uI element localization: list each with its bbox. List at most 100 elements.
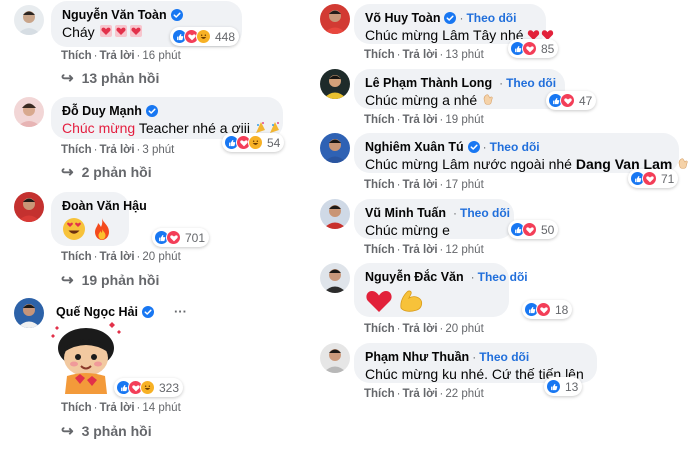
- red-heart-emoji-icon: [366, 291, 392, 312]
- reply-button[interactable]: Trả lời: [403, 114, 438, 126]
- comment-actions: Thích · Trả lời · 13 phút: [364, 49, 484, 61]
- like-button[interactable]: Thích: [364, 388, 395, 400]
- comment-author[interactable]: Võ Huy Toàn: [365, 11, 440, 25]
- reply-button[interactable]: Trả lời: [403, 49, 438, 61]
- comment-actions: Thích · Trả lời · 17 phút: [364, 179, 484, 191]
- verified-badge-icon: [146, 105, 158, 117]
- follow-button[interactable]: Theo dõi: [460, 206, 510, 220]
- comment-actions: Thích · Trả lời · 19 phút: [364, 114, 484, 126]
- reaction-summary[interactable]: 54: [222, 133, 285, 152]
- comment-timestamp[interactable]: 16 phút: [142, 50, 180, 62]
- comment-timestamp[interactable]: 22 phút: [445, 388, 483, 400]
- reply-button[interactable]: Trả lời: [100, 50, 135, 62]
- reaction-summary[interactable]: 50: [508, 220, 559, 239]
- like-button[interactable]: Thích: [364, 49, 395, 61]
- avatar[interactable]: [320, 69, 350, 99]
- heart-eyes-emoji-icon: [63, 218, 85, 240]
- comment-author[interactable]: Đoàn Văn Hậu: [62, 199, 147, 213]
- comment-timestamp[interactable]: 14 phút: [142, 402, 180, 414]
- comment-author[interactable]: Nghiêm Xuân Tú: [365, 140, 464, 154]
- follow-button[interactable]: Theo dõi: [466, 11, 516, 25]
- reply-arrow-icon: ↪: [61, 272, 74, 289]
- follow-button[interactable]: Theo dõi: [490, 140, 540, 154]
- avatar[interactable]: [14, 97, 44, 127]
- reaction-summary[interactable]: 448: [170, 27, 240, 46]
- comment-timestamp[interactable]: 20 phút: [142, 251, 180, 263]
- reaction-summary[interactable]: 701: [152, 228, 210, 247]
- heart-emoji-icon: [99, 24, 143, 42]
- avatar[interactable]: [14, 192, 44, 222]
- love-reaction-icon: [560, 93, 575, 108]
- reaction-count: 18: [555, 302, 569, 317]
- avatar[interactable]: [320, 133, 350, 163]
- comment-author[interactable]: Nguyễn Văn Toàn: [62, 8, 167, 22]
- love-reaction-icon: [522, 222, 537, 237]
- like-button[interactable]: Thích: [61, 50, 92, 62]
- reaction-summary[interactable]: 85: [508, 39, 559, 58]
- reply-button[interactable]: Trả lời: [403, 388, 438, 400]
- reply-button[interactable]: Trả lời: [100, 251, 135, 263]
- comment-author[interactable]: Vũ Minh Tuấn: [365, 206, 446, 220]
- reaction-count: 448: [215, 29, 236, 44]
- avatar[interactable]: [320, 263, 350, 293]
- reaction-summary[interactable]: 47: [546, 91, 597, 110]
- view-replies-button[interactable]: ↪ 19 phản hồi: [61, 271, 159, 289]
- comment-timestamp[interactable]: 19 phút: [445, 114, 483, 126]
- verified-badge-icon: [444, 12, 456, 24]
- like-reaction-icon: [546, 379, 561, 394]
- follow-button[interactable]: Theo dõi: [506, 76, 556, 90]
- reaction-summary[interactable]: 323: [114, 378, 184, 397]
- reply-button[interactable]: Trả lời: [403, 179, 438, 191]
- view-replies-button[interactable]: ↪ 3 phản hồi: [61, 422, 152, 440]
- follow-button[interactable]: Theo dõi: [478, 270, 528, 284]
- comment-timestamp[interactable]: 12 phút: [445, 244, 483, 256]
- comment-emojis: [62, 217, 118, 241]
- more-options-button[interactable]: ···: [174, 304, 187, 319]
- avatar[interactable]: [14, 5, 44, 35]
- view-replies-button[interactable]: ↪ 2 phản hồi: [61, 163, 152, 181]
- clap-emoji-icon: [676, 156, 690, 174]
- comment-author[interactable]: Đỗ Duy Mạnh: [62, 104, 142, 118]
- love-reaction-icon: [642, 171, 657, 186]
- reaction-count: 71: [661, 171, 675, 186]
- comment-text: Chúc mừng a nhé: [365, 91, 554, 110]
- comment-author[interactable]: Lê Phạm Thành Long: [365, 76, 492, 90]
- comment-actions: Thích · Trả lời · 20 phút: [364, 323, 484, 335]
- reaction-summary[interactable]: 18: [522, 300, 573, 319]
- comment-actions: Thích · Trả lời · 12 phút: [364, 244, 484, 256]
- comment-timestamp[interactable]: 3 phút: [142, 144, 174, 156]
- comment-author[interactable]: Nguyễn Đắc Văn: [365, 270, 464, 284]
- reaction-count: 13: [565, 379, 579, 394]
- follow-button[interactable]: Theo dõi: [479, 350, 529, 364]
- comment-timestamp[interactable]: 13 phút: [445, 49, 483, 61]
- reaction-summary[interactable]: 71: [628, 169, 679, 188]
- reply-button[interactable]: Trả lời: [100, 402, 135, 414]
- reply-button[interactable]: Trả lời: [403, 244, 438, 256]
- comment-author[interactable]: Phạm Như Thuần: [365, 350, 469, 364]
- reaction-count: 50: [541, 222, 555, 237]
- avatar[interactable]: [320, 343, 350, 373]
- comment-author[interactable]: Quế Ngọc Hải: [56, 305, 138, 319]
- like-button[interactable]: Thích: [364, 179, 395, 191]
- like-button[interactable]: Thích: [61, 251, 92, 263]
- avatar[interactable]: [320, 199, 350, 229]
- avatar[interactable]: [320, 4, 350, 34]
- comment-actions: Thích · Trả lời · 20 phút: [61, 251, 181, 263]
- like-button[interactable]: Thích: [61, 144, 92, 156]
- comment-bubble: Nguyễn Đắc Văn · Theo dõi: [354, 263, 528, 317]
- comment-actions: Thích · Trả lời · 14 phút: [61, 402, 181, 414]
- like-button[interactable]: Thích: [61, 402, 92, 414]
- like-button[interactable]: Thích: [364, 114, 395, 126]
- reply-button[interactable]: Trả lời: [403, 323, 438, 335]
- love-reaction-icon: [522, 41, 537, 56]
- reply-button[interactable]: Trả lời: [100, 144, 135, 156]
- view-replies-button[interactable]: ↪ 13 phản hồi: [61, 69, 159, 87]
- avatar[interactable]: [14, 298, 44, 328]
- like-button[interactable]: Thích: [364, 244, 395, 256]
- comment-actions: Thích · Trả lời · 3 phút: [61, 144, 175, 156]
- like-button[interactable]: Thích: [364, 323, 395, 335]
- reaction-summary[interactable]: 13: [544, 377, 583, 396]
- comment-timestamp[interactable]: 20 phút: [445, 323, 483, 335]
- reaction-count: 701: [185, 230, 206, 245]
- comment-timestamp[interactable]: 17 phút: [445, 179, 483, 191]
